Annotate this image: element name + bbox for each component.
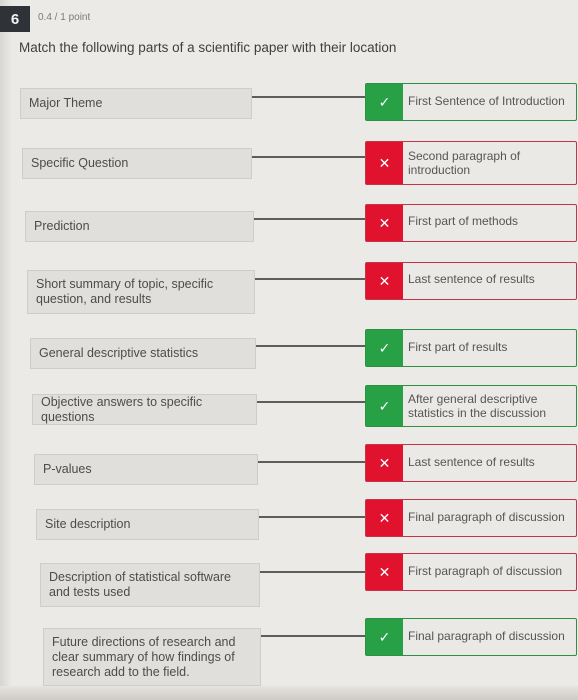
term-box[interactable]: Objective answers to specific questions	[32, 394, 257, 425]
term-text: Short summary of topic, specific questio…	[36, 277, 214, 306]
answer-box[interactable]: ✕ Second paragraph of introduction	[365, 141, 577, 185]
connector-line	[254, 218, 365, 220]
check-icon: ✓	[366, 330, 403, 366]
question-prompt: Match the following parts of a scientifi…	[19, 40, 397, 55]
term-box[interactable]: Specific Question	[22, 148, 252, 179]
connector-line	[257, 401, 365, 403]
term-box[interactable]: General descriptive statistics	[30, 338, 256, 369]
answer-box[interactable]: ✓ First Sentence of Introduction	[365, 83, 577, 121]
x-icon: ✕	[366, 500, 403, 536]
term-text: Description of statistical software and …	[49, 570, 232, 599]
connector-line	[260, 571, 365, 573]
check-icon: ✓	[366, 84, 403, 120]
term-box[interactable]: Description of statistical software and …	[40, 563, 260, 607]
answer-text: Second paragraph of introduction	[408, 149, 521, 177]
term-box[interactable]: Future directions of research and clear …	[43, 628, 261, 686]
connector-line	[255, 278, 365, 280]
term-text: Prediction	[34, 219, 90, 233]
answer-box[interactable]: ✓ First part of results	[365, 329, 577, 367]
answer-text: First part of results	[408, 340, 508, 354]
bottom-edge-shadow	[0, 686, 578, 700]
term-text: Future directions of research and clear …	[52, 634, 236, 679]
term-text: P-values	[43, 462, 92, 476]
answer-box[interactable]: ✕ Last sentence of results	[365, 444, 577, 482]
answer-text: Final paragraph of discussion	[408, 629, 565, 643]
term-text: Site description	[45, 517, 131, 531]
left-edge-shadow	[0, 0, 12, 700]
answer-box[interactable]: ✕ Last sentence of results	[365, 262, 577, 300]
answer-box[interactable]: ✕ Final paragraph of discussion	[365, 499, 577, 537]
answer-box[interactable]: ✕ First paragraph of discussion	[365, 553, 577, 591]
connector-line	[259, 516, 365, 518]
connector-line	[258, 461, 365, 463]
connector-line	[252, 156, 365, 158]
x-icon: ✕	[366, 554, 403, 590]
term-box[interactable]: Prediction	[25, 211, 254, 242]
x-icon: ✕	[366, 263, 403, 299]
term-text: Objective answers to specific questions	[41, 394, 203, 424]
x-icon: ✕	[366, 205, 403, 241]
answer-text: After general descriptive statistics in …	[408, 392, 547, 420]
question-number-badge: 6	[0, 6, 30, 32]
check-icon: ✓	[366, 386, 403, 426]
answer-box[interactable]: ✓ Final paragraph of discussion	[365, 618, 577, 656]
answer-text: First paragraph of discussion	[408, 564, 563, 578]
answer-box[interactable]: ✓ After general descriptive statistics i…	[365, 385, 577, 427]
x-icon: ✕	[366, 142, 403, 184]
term-box[interactable]: Site description	[36, 509, 259, 540]
answer-text: First part of methods	[408, 214, 519, 228]
term-text: General descriptive statistics	[39, 346, 199, 360]
question-header: 6 0.4 / 1 point	[0, 6, 578, 34]
connector-line	[256, 345, 365, 347]
answer-text: First Sentence of Introduction	[408, 94, 565, 108]
term-text: Specific Question	[31, 156, 129, 170]
answer-box[interactable]: ✕ First part of methods	[365, 204, 577, 242]
term-box[interactable]: P-values	[34, 454, 258, 485]
term-box[interactable]: Major Theme	[20, 88, 252, 119]
connector-line	[252, 96, 365, 98]
answer-text: Last sentence of results	[408, 272, 535, 286]
answer-text: Final paragraph of discussion	[408, 510, 565, 524]
check-icon: ✓	[366, 619, 403, 655]
term-text: Major Theme	[29, 96, 103, 110]
x-icon: ✕	[366, 445, 403, 481]
connector-line	[261, 635, 365, 637]
question-points: 0.4 / 1 point	[38, 12, 91, 23]
term-box[interactable]: Short summary of topic, specific questio…	[27, 270, 255, 314]
answer-text: Last sentence of results	[408, 455, 535, 469]
